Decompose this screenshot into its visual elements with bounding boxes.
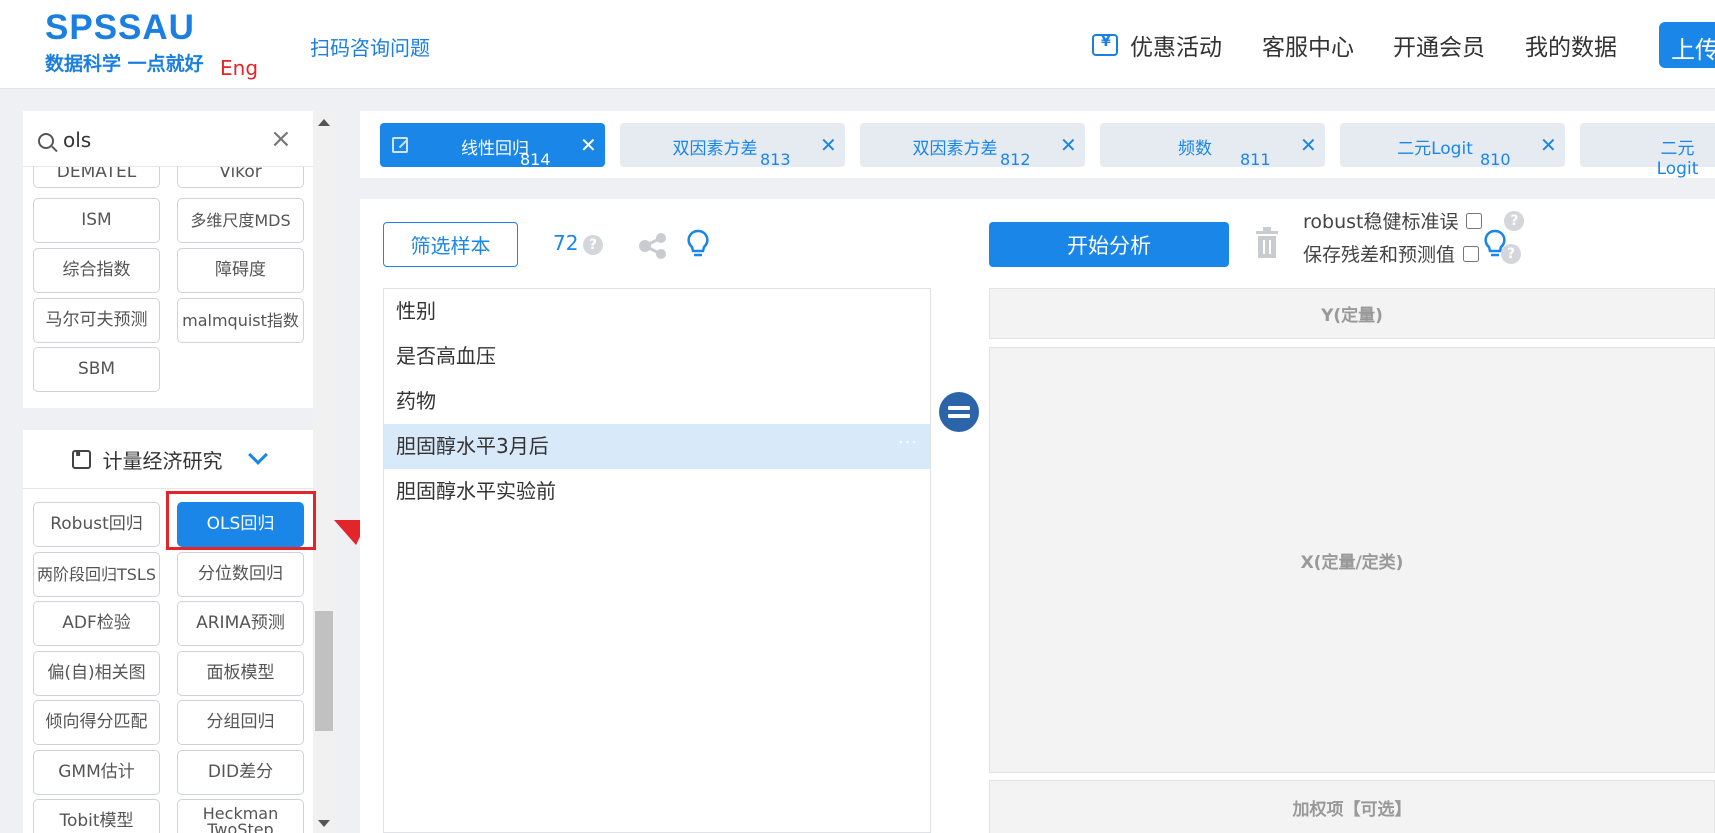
- nav-service[interactable]: 客服中心: [1262, 28, 1354, 62]
- method-arima[interactable]: ARIMA预测: [177, 601, 304, 646]
- scroll-thumb[interactable]: [315, 611, 333, 731]
- analysis-tabs: 线性回归 814 ✕ 双因素方差 813 ✕ 双因素方差 812 ✕ 频数 81…: [360, 111, 1715, 179]
- method-adf-test[interactable]: ADF检验: [33, 601, 160, 646]
- logo[interactable]: SPSSAU: [45, 8, 195, 48]
- upload-button[interactable]: 上传: [1659, 22, 1715, 68]
- lightbulb-icon[interactable]: [687, 229, 709, 259]
- nav-promo[interactable]: 优惠活动: [1092, 28, 1222, 62]
- method-search: ×: [23, 111, 313, 167]
- method-malmquist[interactable]: malmquist指数: [177, 298, 304, 343]
- help-icon[interactable]: ?: [1504, 210, 1525, 231]
- method-quantile-regression[interactable]: 分位数回归: [177, 552, 304, 597]
- tab-number: 813: [760, 150, 791, 169]
- list-item[interactable]: 是否高血压: [384, 334, 930, 379]
- method-sidebar: × DEMATEL Vikor ISM 多维尺度MDS 综合指数 障碍度 马尔可…: [23, 111, 313, 833]
- scan-consult-link[interactable]: 扫码咨询问题: [310, 32, 430, 61]
- close-icon[interactable]: ✕: [1060, 133, 1077, 157]
- start-analysis-button[interactable]: 开始分析: [989, 222, 1229, 267]
- method-obstacle-degree[interactable]: 障碍度: [177, 248, 304, 293]
- nav-mydata[interactable]: 我的数据: [1525, 28, 1617, 62]
- lightbulb-icon[interactable]: [1484, 229, 1506, 259]
- method-tobit[interactable]: Tobit模型: [33, 799, 160, 833]
- method-ism[interactable]: ISM: [33, 198, 160, 243]
- tab-frequency[interactable]: 频数 811 ✕: [1100, 123, 1325, 169]
- sidebar-scrollbar[interactable]: [313, 111, 335, 833]
- nav-promo-label: 优惠活动: [1130, 35, 1222, 61]
- close-icon[interactable]: ✕: [580, 133, 597, 157]
- tab-label: 线性回归: [461, 139, 529, 159]
- method-tsls[interactable]: 两阶段回归TSLS: [33, 552, 160, 597]
- ols-highlight-box: [166, 491, 316, 550]
- variable-list: 性别 是否高血压 药物 胆固醇水平3月后 ··· 胆固醇水平实验前: [383, 288, 931, 833]
- trash-icon[interactable]: [1254, 226, 1280, 260]
- swap-icon[interactable]: [939, 392, 979, 432]
- tab-number: 812: [1000, 150, 1031, 169]
- search-input[interactable]: [63, 125, 263, 155]
- list-item[interactable]: 药物: [384, 379, 930, 424]
- method-mds[interactable]: 多维尺度MDS: [177, 198, 304, 243]
- share-icon[interactable]: [638, 233, 668, 259]
- top-header: SPSSAU 数据科学 一点就好 Eng 扫码咨询问题 优惠活动 客服中心 开通…: [0, 0, 1715, 89]
- method-psm[interactable]: 倾向得分匹配: [33, 700, 160, 745]
- weight-drop-zone[interactable]: 加权项【可选】: [989, 780, 1715, 833]
- calculator-icon: [71, 449, 91, 469]
- english-link[interactable]: Eng: [220, 56, 258, 80]
- more-icon[interactable]: ···: [898, 420, 918, 465]
- section-title: 计量经济研究: [102, 448, 223, 473]
- method-acf-pacf[interactable]: 偏(自)相关图: [33, 651, 160, 696]
- x-drop-zone[interactable]: X(定量/定类): [989, 347, 1715, 773]
- close-icon[interactable]: ✕: [1300, 133, 1317, 157]
- save-residual-label: 保存残差和预测值: [1303, 244, 1456, 266]
- section-econometrics[interactable]: 计量经济研究: [23, 430, 313, 489]
- y-drop-zone[interactable]: Y(定量): [989, 288, 1715, 339]
- close-icon[interactable]: ✕: [1540, 133, 1557, 157]
- tab-binary-logit[interactable]: 二元Logit: [1580, 123, 1715, 179]
- save-residual-checkbox[interactable]: [1463, 245, 1480, 262]
- close-icon[interactable]: ×: [270, 126, 292, 152]
- method-panel-model[interactable]: 面板模型: [177, 651, 304, 696]
- coupon-icon: [1092, 34, 1118, 56]
- robust-checkbox[interactable]: [1466, 212, 1483, 229]
- sample-count: 72: [553, 231, 579, 255]
- method-did[interactable]: DID差分: [177, 750, 304, 795]
- tab-number: 814: [520, 150, 551, 169]
- list-item-selected[interactable]: 胆固醇水平3月后 ···: [384, 424, 930, 469]
- tab-binary-logit-810[interactable]: 二元Logit 810 ✕: [1340, 123, 1565, 169]
- tab-label: 二元Logit: [1656, 139, 1699, 179]
- tab-two-way-anova-812[interactable]: 双因素方差 812 ✕: [860, 123, 1085, 169]
- search-icon: [38, 133, 54, 149]
- method-robust-regression[interactable]: Robust回归: [33, 502, 160, 547]
- method-group-regression[interactable]: 分组回归: [177, 700, 304, 745]
- scroll-up-icon[interactable]: [318, 119, 330, 126]
- logo-slogan: 数据科学 一点就好: [45, 53, 204, 75]
- close-icon[interactable]: ✕: [820, 133, 837, 157]
- tab-number: 811: [1240, 150, 1271, 169]
- method-markov[interactable]: 马尔可夫预测: [33, 298, 160, 343]
- list-item[interactable]: 胆固醇水平实验前: [384, 469, 930, 514]
- sidebar-divider: [23, 408, 313, 430]
- method-sbm[interactable]: SBM: [33, 347, 160, 392]
- chevron-down-icon[interactable]: [247, 445, 268, 465]
- filter-sample-button[interactable]: 筛选样本: [383, 222, 518, 267]
- method-composite-index[interactable]: 综合指数: [33, 248, 160, 293]
- nav-member[interactable]: 开通会员: [1393, 28, 1485, 62]
- robust-label: robust稳健标准误: [1303, 211, 1459, 233]
- list-item-label: 胆固醇水平3月后: [396, 434, 549, 458]
- method-gmm[interactable]: GMM估计: [33, 750, 160, 795]
- tab-linear-regression[interactable]: 线性回归 814 ✕: [380, 123, 605, 169]
- analysis-panel: 筛选样本 72 ? 性别 是否高血压 药物 胆固醇水平3月后 ··· 胆固醇水平…: [360, 199, 1715, 833]
- tab-number: 810: [1480, 150, 1511, 169]
- scroll-down-icon[interactable]: [318, 820, 330, 827]
- list-item[interactable]: 性别: [384, 289, 930, 334]
- help-icon[interactable]: ?: [583, 235, 603, 255]
- tab-two-way-anova-813[interactable]: 双因素方差 813 ✕: [620, 123, 845, 169]
- method-heckman[interactable]: Heckman TwoStep: [177, 799, 304, 833]
